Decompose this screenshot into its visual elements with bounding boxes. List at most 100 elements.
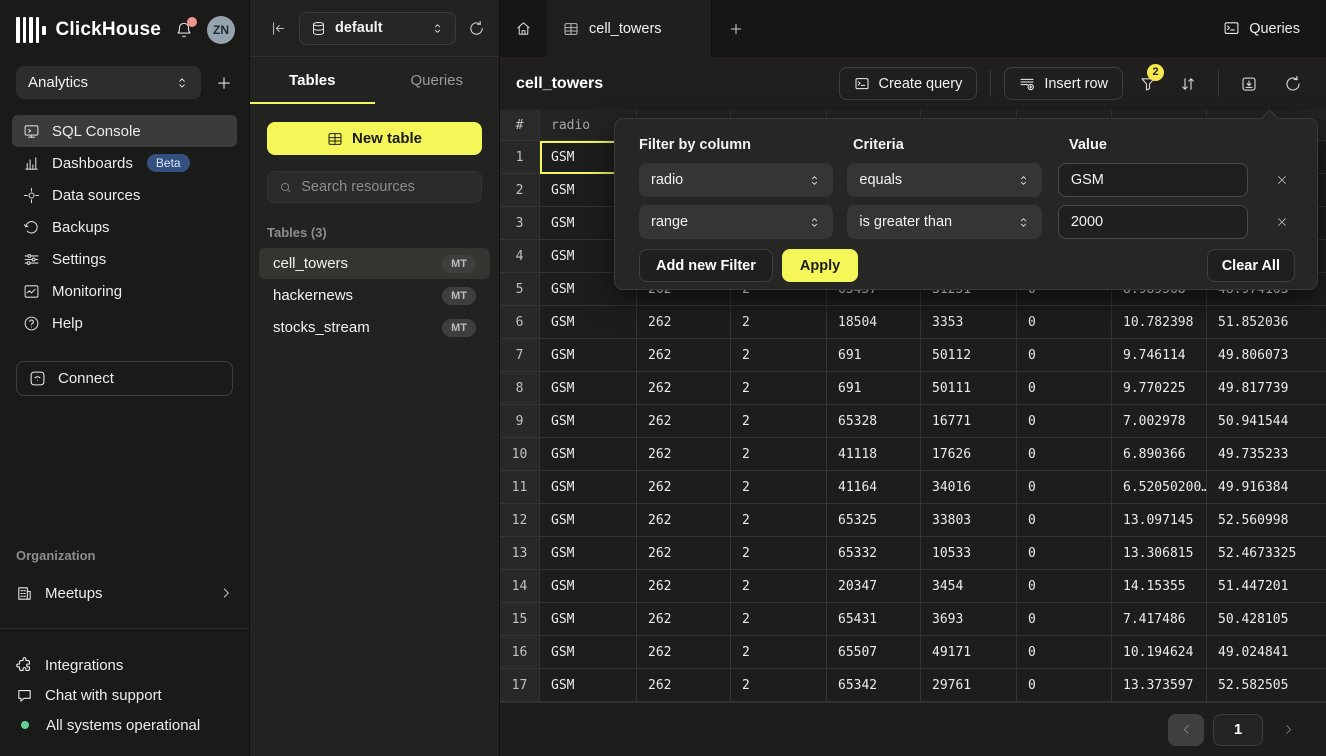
tab-queries[interactable]: Queries — [375, 57, 500, 104]
table-cell[interactable]: 262 — [637, 603, 731, 636]
sidebar-item-help[interactable]: Help — [12, 307, 237, 339]
table-cell[interactable]: 2 — [731, 438, 827, 471]
table-cell[interactable]: 50.941544 — [1207, 405, 1326, 438]
notifications-button[interactable] — [175, 21, 193, 39]
table-cell[interactable]: 2 — [731, 471, 827, 504]
create-query-button[interactable]: Create query — [839, 67, 978, 100]
table-cell[interactable]: 51.447201 — [1207, 570, 1326, 603]
table-cell[interactable]: 262 — [637, 636, 731, 669]
database-select[interactable]: default — [299, 12, 456, 45]
collapse-panel-button[interactable] — [270, 20, 287, 37]
table-cell[interactable]: 29761 — [921, 669, 1017, 702]
table-cell[interactable]: 262 — [637, 570, 731, 603]
table-cell[interactable]: 2 — [731, 339, 827, 372]
table-cell[interactable]: 0 — [1017, 372, 1112, 405]
table-cell[interactable]: 49.916384 — [1207, 471, 1326, 504]
table-cell[interactable]: 50112 — [921, 339, 1017, 372]
table-cell[interactable]: 3454 — [921, 570, 1017, 603]
table-cell[interactable]: 65431 — [827, 603, 921, 636]
filter-criteria-select[interactable]: equals — [847, 163, 1041, 197]
table-cell[interactable]: 16771 — [921, 405, 1017, 438]
table-cell[interactable]: 2 — [731, 405, 827, 438]
table-cell[interactable]: GSM — [540, 306, 637, 339]
table-cell[interactable]: GSM — [540, 372, 637, 405]
table-cell[interactable]: 6.52050200… — [1112, 471, 1207, 504]
table-cell[interactable]: 0 — [1017, 438, 1112, 471]
table-cell[interactable]: GSM — [540, 669, 637, 702]
table-cell[interactable]: GSM — [540, 471, 637, 504]
workspace-select[interactable]: Analytics — [16, 66, 201, 99]
sidebar-item-meetups[interactable]: Meetups — [16, 577, 233, 609]
new-table-button[interactable]: New table — [267, 122, 482, 155]
remove-filter-button[interactable] — [1270, 167, 1295, 193]
table-cell[interactable]: 691 — [827, 372, 921, 405]
table-cell[interactable]: 0 — [1017, 636, 1112, 669]
sidebar-item-sql-console[interactable]: SQL Console — [12, 115, 237, 147]
table-cell[interactable]: GSM — [540, 603, 637, 636]
add-filter-button[interactable]: Add new Filter — [639, 249, 773, 282]
table-cell[interactable]: 262 — [637, 438, 731, 471]
table-cell[interactable]: 10533 — [921, 537, 1017, 570]
queries-button[interactable]: Queries — [1197, 0, 1326, 57]
table-cell[interactable]: 65507 — [827, 636, 921, 669]
table-cell[interactable]: 262 — [637, 405, 731, 438]
table-cell[interactable]: 65332 — [827, 537, 921, 570]
next-page-button[interactable] — [1272, 714, 1304, 746]
table-cell[interactable]: 262 — [637, 537, 731, 570]
filter-column-select[interactable]: range — [639, 205, 833, 239]
sidebar-item-dashboards[interactable]: Dashboards Beta — [12, 147, 237, 179]
download-button[interactable] — [1232, 67, 1266, 101]
table-cell[interactable]: 0 — [1017, 306, 1112, 339]
resource-item-stocks-stream[interactable]: stocks_stream MT — [259, 312, 490, 343]
avatar[interactable]: ZN — [207, 16, 235, 44]
add-workspace-button[interactable] — [215, 74, 233, 92]
table-cell[interactable]: 13.373597 — [1112, 669, 1207, 702]
table-cell[interactable]: 65325 — [827, 504, 921, 537]
table-cell[interactable]: 65342 — [827, 669, 921, 702]
table-cell[interactable]: 51.852036 — [1207, 306, 1326, 339]
table-cell[interactable]: 34016 — [921, 471, 1017, 504]
table-cell[interactable]: 9.770225 — [1112, 372, 1207, 405]
table-cell[interactable]: 2 — [731, 372, 827, 405]
table-cell[interactable]: 2 — [731, 669, 827, 702]
table-cell[interactable]: GSM — [540, 339, 637, 372]
table-cell[interactable]: GSM — [540, 636, 637, 669]
table-cell[interactable]: GSM — [540, 504, 637, 537]
table-cell[interactable]: GSM — [540, 537, 637, 570]
sidebar-item-data-sources[interactable]: Data sources — [12, 179, 237, 211]
table-cell[interactable]: 50.428105 — [1207, 603, 1326, 636]
refresh-resources-button[interactable] — [468, 20, 485, 37]
table-cell[interactable]: 262 — [637, 504, 731, 537]
sort-button[interactable] — [1171, 67, 1205, 101]
table-cell[interactable]: 20347 — [827, 570, 921, 603]
filter-value-input[interactable] — [1058, 163, 1248, 197]
search-resources[interactable] — [267, 171, 482, 203]
table-cell[interactable]: 65328 — [827, 405, 921, 438]
table-cell[interactable]: 0 — [1017, 537, 1112, 570]
table-cell[interactable]: 6.890366 — [1112, 438, 1207, 471]
prev-page-button[interactable] — [1168, 714, 1204, 746]
table-cell[interactable]: 262 — [637, 471, 731, 504]
filter-button[interactable]: 2 — [1131, 67, 1165, 101]
refresh-table-button[interactable] — [1276, 67, 1310, 101]
table-cell[interactable]: 10.782398 — [1112, 306, 1207, 339]
table-cell[interactable]: 262 — [637, 339, 731, 372]
table-cell[interactable]: 49.806073 — [1207, 339, 1326, 372]
table-cell[interactable]: 262 — [637, 372, 731, 405]
table-cell[interactable]: 9.746114 — [1112, 339, 1207, 372]
table-cell[interactable]: 49171 — [921, 636, 1017, 669]
table-cell[interactable]: 52.582505 — [1207, 669, 1326, 702]
table-cell[interactable]: 52.4673325 — [1207, 537, 1326, 570]
table-cell[interactable]: 50111 — [921, 372, 1017, 405]
table-cell[interactable]: 262 — [637, 306, 731, 339]
table-cell[interactable]: 17626 — [921, 438, 1017, 471]
sidebar-item-monitoring[interactable]: Monitoring — [12, 275, 237, 307]
resource-item-cell-towers[interactable]: cell_towers MT — [259, 248, 490, 279]
table-cell[interactable]: 14.15355 — [1112, 570, 1207, 603]
integrations-link[interactable]: Integrations — [16, 650, 233, 680]
table-cell[interactable]: 2 — [731, 504, 827, 537]
table-cell[interactable]: 0 — [1017, 669, 1112, 702]
table-cell[interactable]: 0 — [1017, 570, 1112, 603]
table-cell[interactable]: 0 — [1017, 504, 1112, 537]
table-cell[interactable]: 2 — [731, 570, 827, 603]
